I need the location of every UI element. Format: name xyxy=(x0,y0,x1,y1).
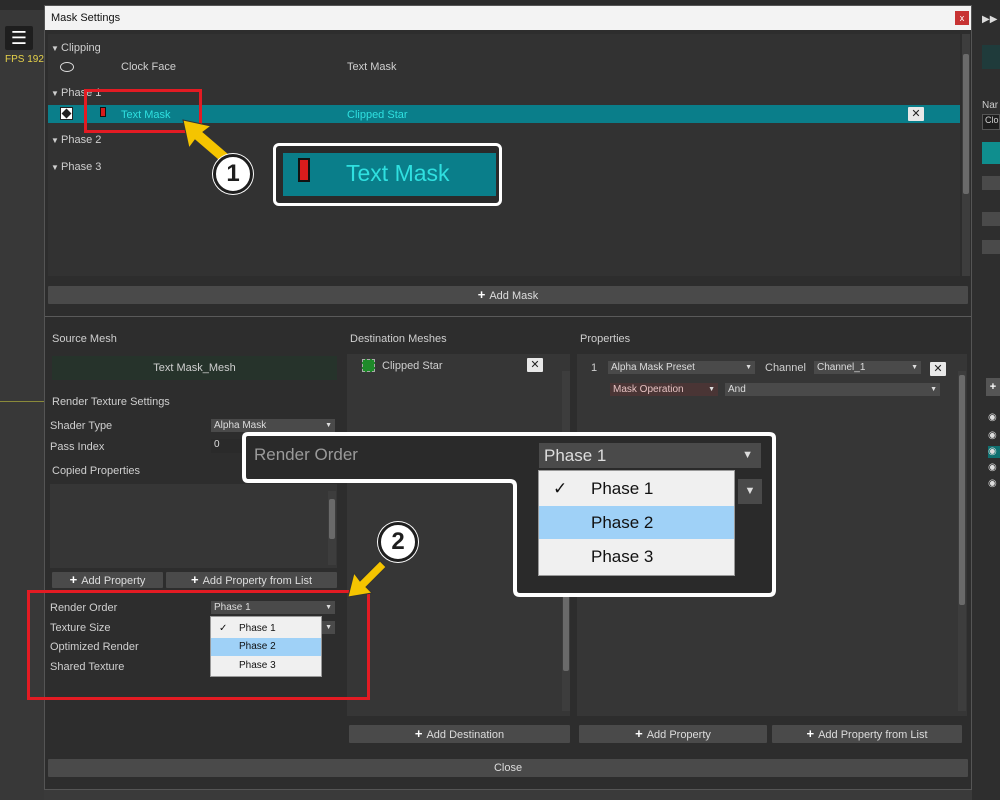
channel-label: Channel xyxy=(765,362,806,374)
warning-icon xyxy=(298,158,310,182)
property-row-index: 1 xyxy=(591,362,598,374)
collapse-triangle-icon[interactable]: ▼ xyxy=(51,136,61,145)
divider xyxy=(45,316,971,317)
dialog-title: Mask Settings xyxy=(45,6,971,30)
right-panel-bar[interactable] xyxy=(982,240,1000,254)
shader-type-dropdown[interactable]: Alpha Mask ▼ xyxy=(211,419,335,432)
scrollbar-thumb[interactable] xyxy=(959,375,965,605)
add-property-from-list-button[interactable]: + Add Property from List xyxy=(772,725,962,743)
remove-property-icon[interactable]: ✕ xyxy=(930,362,946,376)
right-panel-block xyxy=(982,45,1000,69)
pass-index-label: Pass Index xyxy=(50,441,105,453)
mask-operation-dropdown[interactable]: Mask Operation ▼ xyxy=(610,383,718,396)
phase1-destination[interactable]: Clipped Star xyxy=(347,109,408,121)
zoom-callout-mask: Text Mask xyxy=(273,143,502,206)
hamburger-menu-icon[interactable]: ☰ xyxy=(5,26,33,50)
zoom-option: Phase 3 xyxy=(591,547,654,566)
eye-icon[interactable]: ◉ xyxy=(988,478,1000,490)
remove-mask-icon[interactable]: ✕ xyxy=(908,107,924,121)
guide-line xyxy=(0,401,44,402)
right-panel-bar[interactable] xyxy=(982,212,1000,226)
collapse-triangle-icon[interactable]: ▼ xyxy=(51,163,61,172)
group-header-phase-3[interactable]: ▼ Phase 3 xyxy=(51,161,101,173)
add-mask-button[interactable]: + Add Mask xyxy=(48,286,968,304)
chevron-down-icon: ▼ xyxy=(708,386,715,393)
remove-destination-icon[interactable]: ✕ xyxy=(527,358,543,372)
and-dropdown[interactable]: And ▼ xyxy=(725,383,940,396)
collapse-triangle-icon[interactable]: ▼ xyxy=(51,44,61,53)
mask-list-scrollbar[interactable] xyxy=(962,34,970,276)
checkmark-icon: ✓ xyxy=(553,479,568,498)
close-button[interactable]: Close xyxy=(48,759,968,777)
right-panel-bar[interactable] xyxy=(982,176,1000,190)
chevron-down-icon: ▼ xyxy=(745,364,752,371)
eye-icon[interactable]: ◉ xyxy=(988,430,1000,442)
zoom-render-order-dropdown: Phase 1 ▼ xyxy=(539,443,761,468)
preset-dropdown[interactable]: Alpha Mask Preset ▼ xyxy=(608,361,755,374)
source-mesh-header: Source Mesh xyxy=(52,333,117,345)
chevron-down-icon: ▼ xyxy=(742,449,753,461)
group-header-clipping[interactable]: ▼ Clipping xyxy=(51,42,101,54)
eye-icon[interactable]: ◉ xyxy=(988,446,1000,458)
zoom-callout-render-order: Render Order Phase 1 ▼ ▼ ✓ Phase 1 Phase 2… xyxy=(240,432,777,598)
channel-dropdown[interactable]: Channel_1 ▼ xyxy=(814,361,921,374)
eye-icon[interactable]: ◉ xyxy=(988,462,1000,474)
clipping-destination[interactable]: Text Mask xyxy=(347,61,397,73)
clipping-source[interactable]: Clock Face xyxy=(121,61,176,73)
destination-item[interactable]: Clipped Star xyxy=(382,360,443,372)
add-destination-button[interactable]: + Add Destination xyxy=(349,725,570,743)
chevron-down-icon: ▼ xyxy=(738,479,762,504)
mesh-icon xyxy=(362,359,375,372)
shader-type-label: Shader Type xyxy=(50,420,113,432)
close-icon[interactable]: x xyxy=(955,11,969,25)
destination-meshes-header: Destination Meshes xyxy=(350,333,447,345)
source-mesh-name[interactable]: Text Mask_Mesh xyxy=(52,356,337,380)
fps-readout: FPS 192 xyxy=(5,54,44,65)
zoom-option: ✓ Phase 1 xyxy=(539,473,734,505)
properties-header: Properties xyxy=(580,333,631,345)
highlight-box-render-order xyxy=(27,590,370,700)
properties-scrollbar[interactable] xyxy=(958,371,966,711)
right-panel-teal-button[interactable] xyxy=(982,142,1000,164)
mask-type-icon xyxy=(60,107,73,120)
chevron-down-icon: ▼ xyxy=(911,364,918,371)
add-property-button[interactable]: + Add Property xyxy=(52,572,163,588)
zoom-render-order-label: Render Order xyxy=(254,445,358,464)
expand-arrows-icon[interactable]: ▶▶ xyxy=(982,14,997,25)
eye-icon[interactable]: ◉ xyxy=(988,412,1000,424)
add-icon[interactable]: + xyxy=(986,378,1000,396)
collapse-triangle-icon[interactable]: ▼ xyxy=(51,89,61,98)
render-texture-settings-header: Render Texture Settings xyxy=(52,396,170,408)
name-label: Nar xyxy=(982,100,999,111)
name-field[interactable]: Clo xyxy=(982,114,1000,130)
chevron-down-icon: ▼ xyxy=(930,386,937,393)
add-property-button[interactable]: + Add Property xyxy=(579,725,767,743)
clipping-mask-icon xyxy=(60,62,74,72)
copied-properties-label: Copied Properties xyxy=(52,465,141,477)
scrollbar-thumb[interactable] xyxy=(963,54,969,194)
step-number-1: 1 xyxy=(213,154,253,194)
zoom-render-order-popup: ✓ Phase 1 Phase 2 Phase 3 xyxy=(538,470,735,576)
zoom-option: Phase 2 xyxy=(539,506,734,539)
chevron-down-icon: ▼ xyxy=(325,422,332,429)
zoom-mask-label: Text Mask xyxy=(346,160,450,186)
group-header-phase-2[interactable]: ▼ Phase 2 xyxy=(51,134,101,146)
